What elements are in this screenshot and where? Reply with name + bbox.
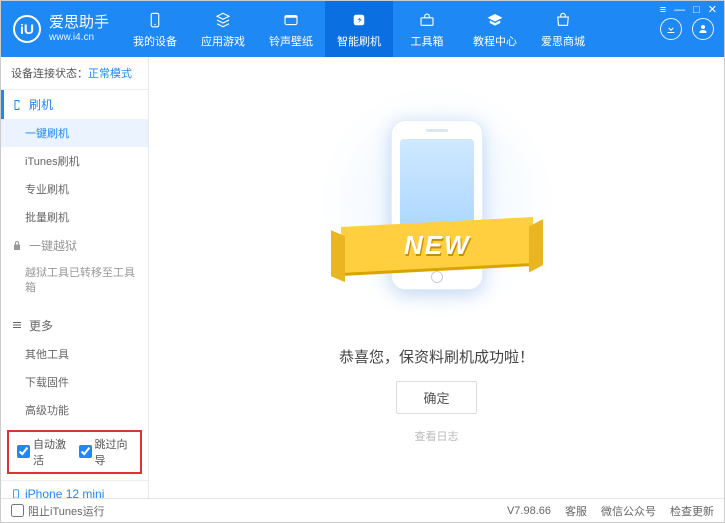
device-icon xyxy=(145,10,165,30)
status-label: 设备连接状态： xyxy=(11,68,88,80)
main-pane: NEW 恭喜您，保资料刷机成功啦！ 确定 查看日志 xyxy=(149,57,724,498)
version-label: V7.98.66 xyxy=(507,505,551,517)
device-status: 设备连接状态：正常模式 xyxy=(1,57,148,90)
wechat-link[interactable]: 微信公众号 xyxy=(601,503,656,519)
new-ribbon: NEW xyxy=(341,216,533,272)
sidebar-item-flash-3[interactable]: 批量刷机 xyxy=(1,203,148,231)
tutorial-icon xyxy=(485,10,505,30)
sidebar-item-flash-1[interactable]: iTunes刷机 xyxy=(1,147,148,175)
status-value: 正常模式 xyxy=(88,68,132,80)
sidebar-options-box: 自动激活 跳过向导 xyxy=(7,430,142,474)
store-icon xyxy=(553,10,573,30)
statusbar: 阻止iTunes运行 V7.98.66 客服 微信公众号 检查更新 xyxy=(1,498,724,522)
nav-label: 我的设备 xyxy=(133,33,177,49)
apps-icon xyxy=(213,10,233,30)
block-itunes-checkbox[interactable]: 阻止iTunes运行 xyxy=(11,503,105,519)
sidebar-section-jailbreak-label: 一键越狱 xyxy=(29,237,77,254)
window-controls: ≡ — □ ✕ xyxy=(659,4,718,17)
minimize-button[interactable]: — xyxy=(673,4,686,17)
download-button[interactable] xyxy=(660,18,682,40)
nav-device[interactable]: 我的设备 xyxy=(121,1,189,57)
sidebar-item-flash-2[interactable]: 专业刷机 xyxy=(1,175,148,203)
success-message: 恭喜您，保资料刷机成功啦！ xyxy=(339,346,534,367)
flash-icon xyxy=(349,10,369,30)
logo-block: iU 爱思助手 www.i4.cn xyxy=(1,1,121,57)
sidebar-section-flash-label: 刷机 xyxy=(29,96,53,113)
wallet-icon xyxy=(281,10,301,30)
menu-icon[interactable]: ≡ xyxy=(659,4,667,17)
nav-label: 工具箱 xyxy=(411,33,444,49)
app-logo-icon: iU xyxy=(13,15,41,43)
more-icon xyxy=(11,319,23,331)
account-button[interactable] xyxy=(692,18,714,40)
close-button[interactable]: ✕ xyxy=(707,4,718,17)
check-update-link[interactable]: 检查更新 xyxy=(670,503,714,519)
ribbon-text: NEW xyxy=(403,229,470,260)
nav-label: 教程中心 xyxy=(473,33,517,49)
titlebar: iU 爱思助手 www.i4.cn 我的设备 应用游戏 铃声壁纸 智能刷机 工具箱 教程中… xyxy=(1,1,724,57)
nav-label: 铃声壁纸 xyxy=(269,33,313,49)
view-log-link[interactable]: 查看日志 xyxy=(415,428,459,444)
sidebar-item-more-1[interactable]: 下载固件 xyxy=(1,368,148,396)
nav-wallet[interactable]: 铃声壁纸 xyxy=(257,1,325,57)
auto-activate-checkbox[interactable]: 自动激活 xyxy=(17,436,71,468)
app-window: ≡ — □ ✕ iU 爱思助手 www.i4.cn 我的设备 应用游戏 铃声壁纸 智能… xyxy=(0,0,725,523)
phone-icon xyxy=(11,487,21,498)
sidebar-item-more-2[interactable]: 高级功能 xyxy=(1,396,148,424)
nav-label: 爱思商城 xyxy=(541,33,585,49)
main-nav: 我的设备 应用游戏 铃声壁纸 智能刷机 工具箱 教程中心 爱思商城 xyxy=(121,1,660,57)
app-url: www.i4.cn xyxy=(49,32,109,44)
nav-apps[interactable]: 应用游戏 xyxy=(189,1,257,57)
nav-flash[interactable]: 智能刷机 xyxy=(325,1,393,57)
nav-toolbox[interactable]: 工具箱 xyxy=(393,1,461,57)
nav-tutorial[interactable]: 教程中心 xyxy=(461,1,529,57)
device-name: iPhone 12 mini xyxy=(25,487,104,498)
success-illustration: NEW xyxy=(367,112,507,322)
device-name-row: iPhone 12 mini xyxy=(11,487,138,498)
body: 设备连接状态：正常模式 刷机 一键刷机iTunes刷机专业刷机批量刷机 一键越狱… xyxy=(1,57,724,498)
sidebar: 设备连接状态：正常模式 刷机 一键刷机iTunes刷机专业刷机批量刷机 一键越狱… xyxy=(1,57,149,498)
jailbreak-note: 越狱工具已转移至工具箱 xyxy=(1,260,148,303)
sidebar-item-flash-0[interactable]: 一键刷机 xyxy=(1,119,148,147)
block-itunes-label: 阻止iTunes运行 xyxy=(28,503,105,519)
ok-button[interactable]: 确定 xyxy=(396,381,476,414)
lock-icon xyxy=(11,240,23,252)
sidebar-section-jailbreak[interactable]: 一键越狱 xyxy=(1,231,148,260)
device-block[interactable]: iPhone 12 mini 64GB Down-12mini-13,1 xyxy=(1,480,148,498)
sidebar-section-more-label: 更多 xyxy=(29,317,53,334)
nav-store[interactable]: 爱思商城 xyxy=(529,1,597,57)
sidebar-section-flash[interactable]: 刷机 xyxy=(1,90,148,119)
sidebar-section-more[interactable]: 更多 xyxy=(1,311,148,340)
flash-icon xyxy=(11,99,23,111)
app-name: 爱思助手 xyxy=(49,14,109,32)
skip-guide-label: 跳过向导 xyxy=(95,436,133,468)
toolbox-icon xyxy=(417,10,437,30)
auto-activate-label: 自动激活 xyxy=(33,436,71,468)
maximize-button[interactable]: □ xyxy=(692,4,701,17)
nav-label: 应用游戏 xyxy=(201,33,245,49)
sidebar-item-more-0[interactable]: 其他工具 xyxy=(1,340,148,368)
customer-service-link[interactable]: 客服 xyxy=(565,503,587,519)
skip-guide-checkbox[interactable]: 跳过向导 xyxy=(79,436,133,468)
nav-label: 智能刷机 xyxy=(337,33,381,49)
